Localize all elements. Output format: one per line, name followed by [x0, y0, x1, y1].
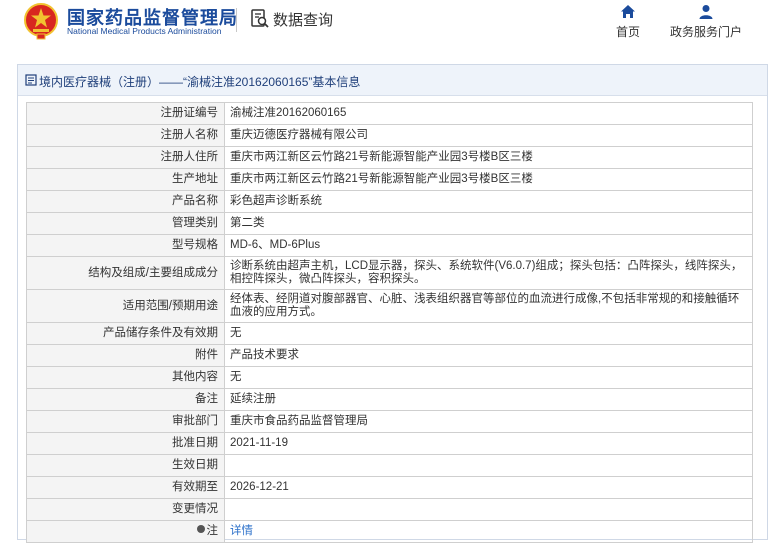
note-icon — [196, 525, 205, 533]
table-row: 备注 延续注册 — [26, 388, 753, 411]
header-divider — [236, 8, 237, 32]
data-query-icon — [251, 9, 269, 28]
row-label: 注册人住所 — [26, 146, 225, 169]
nav-portal-label: 政务服务门户 — [669, 25, 742, 39]
org-name-en: National Medical Products Administration — [67, 26, 222, 36]
site-header: 国家药品监督管理局 National Medical Products Admi… — [0, 0, 770, 52]
table-row: 产品储存条件及有效期无 — [26, 322, 753, 345]
row-value: 重庆迈德医疗器械有限公司 — [224, 124, 753, 147]
row-label: 型号规格 — [26, 234, 225, 257]
table-row: 生产地址 重庆市两江新区云竹路21号新能源智能产业园3号楼B区三楼 — [26, 168, 753, 191]
nav-home-link[interactable]: 首页 — [604, 4, 652, 40]
row-value: 产品技术要求 — [224, 344, 753, 367]
table-row: 有效期至 2026-12-21 — [26, 476, 753, 499]
table-row: 批准日期 2021-11-19 — [26, 432, 753, 455]
row-label: 审批部门 — [26, 410, 225, 433]
document-icon — [25, 74, 37, 86]
row-label: 变更情况 — [26, 498, 225, 521]
row-label: 注册证编号 — [26, 102, 225, 125]
table-row: 附件 产品技术要求 — [26, 344, 753, 367]
table-row: 注册人住所 重庆市两江新区云竹路21号新能源智能产业园3号楼B区三楼 — [26, 146, 753, 169]
table-row: 注册证编号 渝械注准20162060165 — [26, 102, 753, 125]
panel-title: 境内医疗器械（注册）——“渝械注准20162060165”基本信息 — [39, 75, 361, 89]
user-icon — [699, 5, 713, 19]
row-value: 重庆市两江新区云竹路21号新能源智能产业园3号楼B区三楼 — [224, 168, 753, 191]
row-value: 渝械注准20162060165 — [224, 102, 753, 125]
table-row: 其他内容无 — [26, 366, 753, 389]
table-row: 型号规格 MD-6、MD-6Plus — [26, 234, 753, 257]
row-value: 经体表、经阴道对腹部器官、心脏、浅表组织器官等部位的血流进行成像,不包括非常规的… — [224, 289, 753, 323]
row-label: 产品名称 — [26, 190, 225, 213]
row-label: 管理类别 — [26, 212, 225, 235]
row-label: 有效期至 — [26, 476, 225, 499]
national-emblem-icon — [24, 3, 58, 40]
row-value: 第二类 — [224, 212, 753, 235]
info-panel: 境内医疗器械（注册）——“渝械注准20162060165”基本信息 注册证编号渝… — [17, 64, 768, 543]
row-value: 重庆市食品药品监督管理局 — [224, 410, 753, 433]
row-label: 适用范围/预期用途 — [26, 289, 225, 323]
note-label: 注 — [206, 525, 219, 537]
table-row: 产品名称 彩色超声诊断系统 — [26, 190, 753, 213]
panel-header: 境内医疗器械（注册）——“渝械注准20162060165”基本信息 — [18, 65, 767, 96]
row-value: 2026-12-21 — [224, 476, 753, 499]
row-label: 生产地址 — [26, 168, 225, 191]
row-label: 产品储存条件及有效期 — [26, 322, 225, 345]
row-label: 结构及组成/主要组成成分 — [26, 256, 225, 290]
row-label: 其他内容 — [26, 366, 225, 389]
nav-portal-link[interactable]: 政务服务门户 — [664, 4, 748, 40]
table-row: 生效日期 — [26, 454, 753, 477]
row-value: 延续注册 — [224, 388, 753, 411]
table-row: 适用范围/预期用途 经体表、经阴道对腹部器官、心脏、浅表组织器官等部位的血流进行成… — [26, 289, 753, 323]
home-icon — [621, 5, 635, 18]
row-value: 详情 — [224, 520, 753, 543]
row-label: 备注 — [26, 388, 225, 411]
row-label: 附件 — [26, 344, 225, 367]
table-row: 注册人名称 重庆迈德医疗器械有限公司 — [26, 124, 753, 147]
table-row: 管理类别 第二类 — [26, 212, 753, 235]
table-row: 审批部门 重庆市食品药品监督管理局 — [26, 410, 753, 433]
row-value: 彩色超声诊断系统 — [224, 190, 753, 213]
row-value: 2021-11-19 — [224, 432, 753, 455]
row-label: 批准日期 — [26, 432, 225, 455]
row-value: 诊断系统由超声主机，LCD显示器，探头、系统软件(V6.0.7)组成；探头包括：… — [224, 256, 753, 290]
row-value: 无 — [224, 366, 753, 389]
row-label: 生效日期 — [26, 454, 225, 477]
data-query-title: 数据查询 — [273, 12, 334, 29]
table-row: 结构及组成/主要组成成分 诊断系统由超声主机，LCD显示器，探头、系统软件(V6.… — [26, 256, 753, 290]
table-row: 变更情况 — [26, 498, 753, 521]
row-value: 无 — [224, 322, 753, 345]
row-value: 重庆市两江新区云竹路21号新能源智能产业园3号楼B区三楼 — [224, 146, 753, 169]
row-value — [224, 454, 753, 477]
row-value — [224, 498, 753, 521]
details-link[interactable]: 详情 — [230, 525, 253, 537]
row-label: 注册人名称 — [26, 124, 225, 147]
nav-home-label: 首页 — [615, 25, 640, 39]
device-info-table: 注册证编号 渝械注准20162060165 注册人名称 重庆迈德医疗器械有限公司 注… — [26, 102, 753, 543]
row-label: 注 — [26, 520, 225, 543]
table-row: 注 详情 — [26, 520, 753, 543]
row-value: MD-6、MD-6Plus — [224, 234, 753, 257]
